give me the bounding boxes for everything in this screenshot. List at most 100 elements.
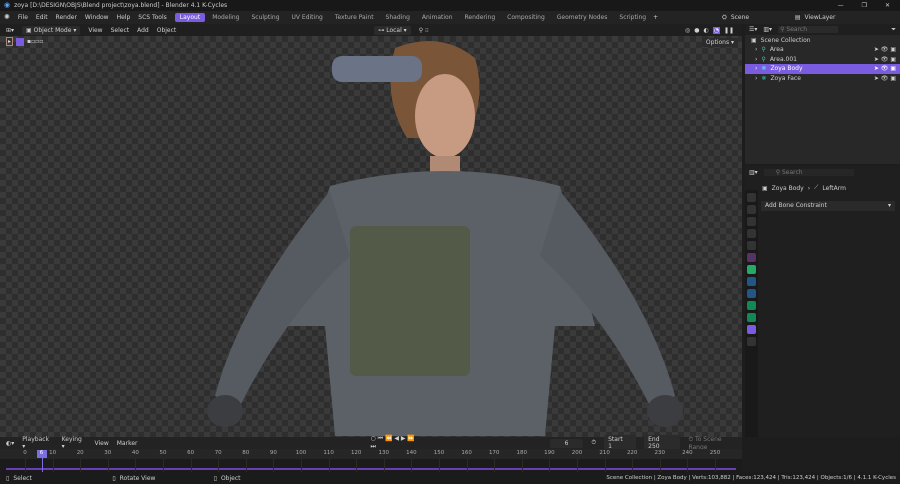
add-bone-constraint-dropdown[interactable]: Add Bone Constraint ▾ xyxy=(761,201,895,211)
tab-scripting[interactable]: Scripting xyxy=(614,13,651,22)
menu-scs-tools[interactable]: SCS Tools xyxy=(138,14,167,21)
tab-modeling[interactable]: Modeling xyxy=(207,13,244,22)
tool-tab-icon[interactable] xyxy=(747,193,756,202)
tab-sculpting[interactable]: Sculpting xyxy=(246,13,284,22)
timeline-gridline xyxy=(439,459,440,472)
visibility-icons[interactable]: ➤ 👁 ▣ xyxy=(874,75,900,82)
visibility-icons[interactable]: ➤ 👁 ▣ xyxy=(874,46,900,53)
keying-label: Keying xyxy=(61,436,82,443)
properties-editor-icon[interactable]: ▥▾ xyxy=(749,169,758,176)
outliner-search-input[interactable]: ⚲ Search xyxy=(778,26,839,33)
menu-window[interactable]: Window xyxy=(85,14,109,21)
armature-data-tab-icon[interactable] xyxy=(747,301,756,310)
menu-render[interactable]: Render xyxy=(56,14,77,21)
status-bar: ▯ Select ▯ Rotate View ▯ Object Scene Colle… xyxy=(0,472,900,484)
menu-file[interactable]: File xyxy=(18,14,28,21)
menu-keying[interactable]: Keying ▾ xyxy=(62,436,87,450)
tab-layout[interactable]: Layout xyxy=(174,13,206,22)
maximize-icon[interactable]: ❐ xyxy=(862,2,867,9)
tab-rendering[interactable]: Rendering xyxy=(460,13,501,22)
current-frame-field[interactable]: 6 xyxy=(549,438,584,448)
tab-uv-editing[interactable]: UV Editing xyxy=(287,13,328,22)
left-glove xyxy=(647,395,683,427)
menu-view[interactable]: View xyxy=(88,27,102,34)
filter-icon[interactable]: ⏷ xyxy=(891,26,900,34)
rendered-shading-icon[interactable]: ◔ xyxy=(712,26,720,34)
modifier-tab-icon[interactable] xyxy=(747,277,756,286)
tab-animation[interactable]: Animation xyxy=(417,13,458,22)
editor-type-icon[interactable]: ⊞▾ xyxy=(6,27,14,34)
breadcrumb-object: Zoya Body xyxy=(771,184,804,192)
menu-help[interactable]: Help xyxy=(117,14,131,21)
timeline-gridline xyxy=(245,459,247,472)
timeline-ruler[interactable]: 0 10 20 30 40 50 60 70 80 90 100 110 120 130 140 150 160… xyxy=(0,449,742,459)
view-layer-tab-icon[interactable] xyxy=(747,229,756,238)
tab-texture-paint[interactable]: Texture Paint xyxy=(330,13,379,22)
breadcrumb-bone: LeftArm xyxy=(822,184,846,192)
timeline-gridline xyxy=(163,459,164,472)
item-label: Area xyxy=(769,46,784,54)
properties-search-input[interactable]: ⚲ Search xyxy=(763,168,854,176)
outliner-item-zoya-body[interactable]: › ✵ Zoya Body ➤ 👁 ▣ xyxy=(745,64,900,74)
output-tab-icon[interactable] xyxy=(747,217,756,226)
3d-viewport[interactable]: ▸ ▪▫▫▫ Options ▾ xyxy=(0,36,742,437)
select-box-icon[interactable] xyxy=(16,37,25,46)
blender-menu-icon[interactable]: ✺ xyxy=(4,14,10,21)
playhead-frame-label[interactable]: 6 xyxy=(36,450,47,458)
timeline-tick-label: 250 xyxy=(709,450,721,456)
scene-tab-icon[interactable] xyxy=(747,241,756,250)
timeline-gridline xyxy=(715,459,716,472)
menu-object[interactable]: Object xyxy=(157,27,177,34)
close-icon[interactable]: ✕ xyxy=(885,2,890,9)
view-layer-selector[interactable]: ViewLayer xyxy=(804,14,835,21)
outliner-display-icon[interactable]: ☰▾ xyxy=(749,26,757,33)
menu-select[interactable]: Select xyxy=(111,27,130,34)
visibility-icons[interactable]: ➤ 👁 ▣ xyxy=(874,56,900,63)
outliner-item-zoya-face[interactable]: › ✵ Zoya Face ➤ 👁 ▣ xyxy=(745,74,900,84)
tab-geometry-nodes[interactable]: Geometry Nodes xyxy=(552,13,613,22)
add-workspace-button[interactable]: + xyxy=(653,14,658,21)
texture-tab-icon[interactable] xyxy=(747,337,756,346)
material-shading-icon[interactable]: ◐ xyxy=(703,27,708,34)
pause-render-icon[interactable]: ❚❚ xyxy=(724,27,734,34)
outliner-item-area[interactable]: › ⚲ Area ➤ 👁 ▣ xyxy=(745,45,900,55)
toolbar-toggle-icon[interactable]: ▸ xyxy=(6,37,14,46)
preview-range-icon[interactable]: ⏱ xyxy=(591,439,596,447)
minimize-icon[interactable]: — xyxy=(838,2,844,9)
wireframe-shading-icon[interactable]: ◎ xyxy=(685,27,690,34)
timeline-tick-label: 30 xyxy=(104,450,112,456)
menu-edit[interactable]: Edit xyxy=(36,14,48,21)
mode-dropdown[interactable]: ▣ Object Mode ▾ xyxy=(22,25,81,35)
bone-tab-icon[interactable] xyxy=(747,313,756,322)
timeline-gridline xyxy=(659,459,661,472)
item-label: Area.001 xyxy=(769,55,797,63)
bone-constraint-tab-icon[interactable] xyxy=(747,325,756,334)
menu-view[interactable]: View xyxy=(95,440,109,447)
select-mode-icons[interactable]: ▪▫▫▫ xyxy=(27,38,43,45)
menu-marker[interactable]: Marker xyxy=(117,440,138,447)
snap-icon[interactable]: ⚲ ⁝⁝ xyxy=(419,27,429,34)
scene-icon[interactable]: ⛭ xyxy=(722,14,727,22)
transform-orientation-dropdown[interactable]: ⊶ Local ▾ xyxy=(374,25,411,35)
render-tab-icon[interactable] xyxy=(747,205,756,214)
timeline-editor-icon[interactable]: ◐▾ xyxy=(6,440,14,447)
menu-playback[interactable]: Playback ▾ xyxy=(22,436,53,450)
tab-compositing[interactable]: Compositing xyxy=(502,13,550,22)
view-layer-icon[interactable]: ▤ xyxy=(795,14,801,21)
properties-panel: ▥▾ ⚲ Search ▣ Zoya Body › ⟋ LeftArm Add B… xyxy=(745,166,900,437)
timeline-gridline xyxy=(107,459,109,472)
object-tab-icon[interactable] xyxy=(747,265,756,274)
tab-shading[interactable]: Shading xyxy=(381,13,415,22)
menu-add[interactable]: Add xyxy=(137,27,149,34)
timeline-tick-label: 50 xyxy=(159,450,167,456)
scene-selector[interactable]: Scene xyxy=(731,14,791,21)
timeline-gridline xyxy=(411,459,413,472)
solid-shading-icon[interactable]: ● xyxy=(694,27,699,34)
physics-tab-icon[interactable] xyxy=(747,289,756,298)
timeline-tick-label: 220 xyxy=(626,450,638,456)
visibility-icons[interactable]: ➤ 👁 ▣ xyxy=(874,65,900,72)
timeline-track[interactable] xyxy=(0,459,742,472)
filter-view-icon[interactable]: ▥▾ xyxy=(763,26,772,33)
world-tab-icon[interactable] xyxy=(747,253,756,262)
outliner-item-area-001[interactable]: › ⚲ Area.001 ➤ 👁 ▣ xyxy=(745,55,900,65)
